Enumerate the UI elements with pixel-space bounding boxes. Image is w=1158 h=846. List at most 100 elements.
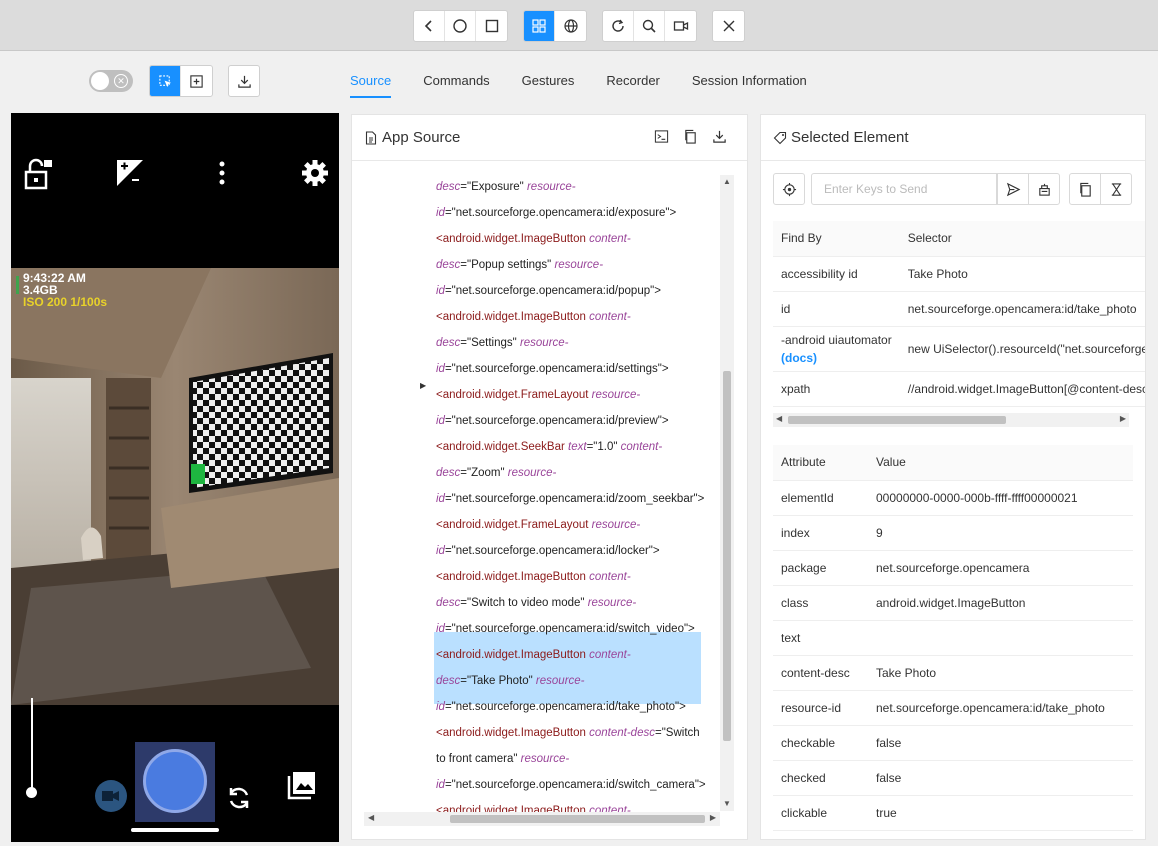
- source-line[interactable]: <android.widget.SeekBar text="1.0" conte…: [436, 435, 662, 459]
- switch-camera-icon[interactable]: [226, 785, 252, 811]
- selector-cell[interactable]: //android.widget.ImageButton[@content-de…: [899, 371, 1145, 407]
- zoom-seekbar[interactable]: [31, 698, 33, 793]
- source-line[interactable]: <android.widget.ImageButton content-: [436, 643, 631, 667]
- copy-icon[interactable]: [683, 129, 698, 144]
- attribute-value[interactable]: 9: [868, 515, 1133, 551]
- download-screenshot-button[interactable]: [228, 65, 260, 97]
- source-line[interactable]: desc="Settings" resource-: [436, 331, 569, 355]
- caret-right-icon[interactable]: ▶: [420, 381, 426, 390]
- refresh-button[interactable]: [603, 11, 634, 41]
- take-photo-button[interactable]: [143, 749, 207, 813]
- source-line[interactable]: desc="Zoom" resource-: [436, 461, 556, 485]
- arrow-left-icon[interactable]: ◀: [368, 813, 374, 822]
- source-line[interactable]: id="net.sourceforge.opencamera:id/switch…: [436, 617, 695, 641]
- source-token: ="net.sourceforge.opencamera:id/switch_v…: [444, 623, 695, 635]
- device-screenshot[interactable]: 9:43:22 AM 3.4GB ISO 200 1/100s: [11, 113, 339, 842]
- attribute-value[interactable]: net.sourceforge.opencamera:id/take_photo: [868, 690, 1133, 726]
- unlock-icon[interactable]: [24, 158, 54, 190]
- source-line[interactable]: id="net.sourceforge.opencamera:id/previe…: [436, 409, 669, 433]
- web-mode-button[interactable]: [555, 11, 586, 41]
- source-token: ="net.sourceforge.opencamera:id/preview"…: [444, 415, 669, 427]
- arrow-up-icon[interactable]: ▲: [723, 177, 731, 186]
- source-line[interactable]: desc="Take Photo" resource-: [436, 669, 585, 693]
- switch-video-button[interactable]: [95, 780, 127, 812]
- source-line[interactable]: id="net.sourceforge.opencamera:id/settin…: [436, 357, 669, 381]
- source-tree[interactable]: ▶ desc="Exposure" resource-id="net.sourc…: [362, 175, 734, 815]
- record-button[interactable]: [665, 11, 696, 41]
- source-token: resource-: [519, 337, 569, 349]
- aim-icon: [782, 182, 796, 196]
- show-attributes-toggle[interactable]: ✕: [89, 70, 133, 92]
- attribute-value[interactable]: Take Photo: [868, 655, 1133, 691]
- exposure-icon[interactable]: [115, 158, 145, 188]
- terminal-icon[interactable]: [654, 129, 669, 144]
- home-button[interactable]: [445, 11, 476, 41]
- download-icon[interactable]: [712, 129, 727, 144]
- scroll-thumb[interactable]: [723, 371, 731, 741]
- search-button[interactable]: [634, 11, 665, 41]
- app-switch-button[interactable]: [476, 11, 507, 41]
- source-line[interactable]: <android.widget.FrameLayout resource-: [436, 383, 640, 407]
- attribute-value[interactable]: net.sourceforge.opencamera: [868, 550, 1133, 586]
- tab-source[interactable]: Source: [350, 64, 392, 98]
- tab-gestures[interactable]: Gestures: [522, 64, 575, 98]
- source-line[interactable]: id="net.sourceforge.opencamera:id/switch…: [436, 773, 706, 797]
- gear-icon[interactable]: [300, 158, 330, 188]
- source-line[interactable]: id="net.sourceforge.opencamera:id/popup"…: [436, 279, 661, 303]
- source-line[interactable]: id="net.sourceforge.opencamera:id/zoom_s…: [436, 487, 704, 511]
- source-line[interactable]: <android.widget.FrameLayout resource-: [436, 513, 640, 537]
- source-line[interactable]: <android.widget.ImageButton content-: [436, 565, 631, 589]
- source-horizontal-scrollbar[interactable]: ◀ ▶: [364, 812, 720, 826]
- square-icon: [485, 19, 498, 33]
- source-vertical-scrollbar[interactable]: ▲ ▼: [720, 175, 734, 811]
- zoom-handle[interactable]: [26, 787, 37, 798]
- attribute-value[interactable]: false: [868, 760, 1133, 796]
- clear-button[interactable]: [1028, 173, 1060, 205]
- arrow-down-icon[interactable]: ▼: [723, 799, 731, 808]
- source-token: content-: [620, 441, 663, 453]
- source-line[interactable]: <android.widget.ImageButton content-desc…: [436, 721, 700, 745]
- scroll-thumb[interactable]: [788, 416, 1006, 424]
- hourglass-icon: [1111, 182, 1121, 196]
- arrow-left-icon[interactable]: ◀: [776, 414, 782, 423]
- source-line[interactable]: to front camera" resource-: [436, 747, 569, 771]
- native-app-mode-button[interactable]: [524, 11, 555, 41]
- scroll-thumb[interactable]: [450, 815, 705, 823]
- selector-cell[interactable]: new UiSelector().resourceId("net.sourcef…: [899, 326, 1145, 372]
- attribute-value[interactable]: true: [868, 795, 1133, 831]
- arrow-right-icon[interactable]: ▶: [710, 813, 716, 822]
- source-line[interactable]: <android.widget.ImageButton content-: [436, 305, 631, 329]
- attribute-value[interactable]: android.widget.ImageButton: [868, 585, 1133, 621]
- select-elements-button[interactable]: [150, 66, 181, 96]
- gallery-icon[interactable]: [287, 770, 317, 800]
- source-line[interactable]: <android.widget.ImageButton content-: [436, 227, 631, 251]
- source-line[interactable]: desc="Switch to video mode" resource-: [436, 591, 636, 615]
- selector-cell[interactable]: net.sourceforge.opencamera:id/take_photo: [899, 291, 1145, 327]
- attribute-value[interactable]: [868, 620, 1133, 656]
- send-keys-button[interactable]: [997, 173, 1029, 205]
- arrow-right-icon[interactable]: ▶: [1120, 414, 1126, 423]
- source-line[interactable]: id="net.sourceforge.opencamera:id/exposu…: [436, 201, 676, 225]
- quit-session-button[interactable]: [713, 11, 744, 41]
- copy-attributes-button[interactable]: [1069, 173, 1101, 205]
- source-line[interactable]: desc="Popup settings" resource-: [436, 253, 603, 277]
- selector-cell[interactable]: Take Photo: [899, 256, 1145, 292]
- source-line[interactable]: id="net.sourceforge.opencamera:id/take_p…: [436, 695, 686, 719]
- timing-button[interactable]: [1100, 173, 1132, 205]
- send-keys-input[interactable]: Enter Keys to Send: [811, 173, 997, 205]
- docs-link[interactable]: (docs): [781, 351, 817, 365]
- tab-recorder[interactable]: Recorder: [606, 64, 659, 98]
- tab-commands[interactable]: Commands: [423, 64, 489, 98]
- tab-session-information[interactable]: Session Information: [692, 64, 807, 98]
- attribute-value[interactable]: false: [868, 725, 1133, 761]
- back-button[interactable]: [414, 11, 445, 41]
- more-vertical-icon[interactable]: [215, 158, 229, 188]
- tap-coordinates-button[interactable]: [181, 66, 212, 96]
- tap-element-button[interactable]: [773, 173, 805, 205]
- status-indicator: [16, 276, 19, 294]
- source-token: id: [436, 363, 445, 375]
- source-line[interactable]: id="net.sourceforge.opencamera:id/locker…: [436, 539, 660, 563]
- selector-horizontal-scrollbar[interactable]: ◀ ▶: [773, 413, 1129, 427]
- attribute-value[interactable]: 00000000-0000-000b-ffff-ffff00000021: [868, 480, 1133, 516]
- source-line[interactable]: desc="Exposure" resource-: [436, 175, 576, 199]
